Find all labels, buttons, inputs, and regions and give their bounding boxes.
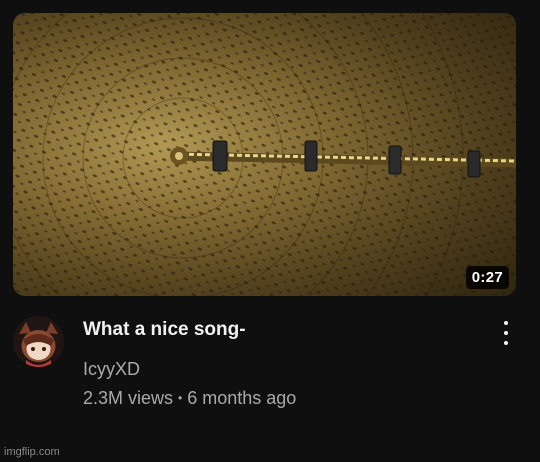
video-card[interactable]: 0:27 What a nice song- IcyyXD 2.3M views… (0, 0, 540, 462)
imgflip-watermark: imgflip.com (4, 446, 60, 458)
music-box-disc-image (13, 13, 516, 296)
duration-badge: 0:27 (465, 266, 509, 289)
upload-age: 6 months ago (187, 388, 297, 408)
kebab-dot (504, 341, 508, 345)
channel-name[interactable]: IcyyXD (83, 357, 140, 381)
video-metadata: 2.3M views • 6 months ago (83, 386, 296, 412)
more-options-button[interactable] (496, 318, 516, 348)
avatar-icon (13, 316, 64, 367)
meta-separator: • (178, 391, 183, 405)
video-thumbnail[interactable]: 0:27 (13, 13, 516, 296)
kebab-dot (504, 331, 508, 335)
video-title[interactable]: What a nice song- (83, 317, 246, 343)
kebab-vertical-icon (504, 321, 508, 325)
view-count: 2.3M views (83, 388, 174, 408)
channel-avatar[interactable] (13, 316, 64, 367)
